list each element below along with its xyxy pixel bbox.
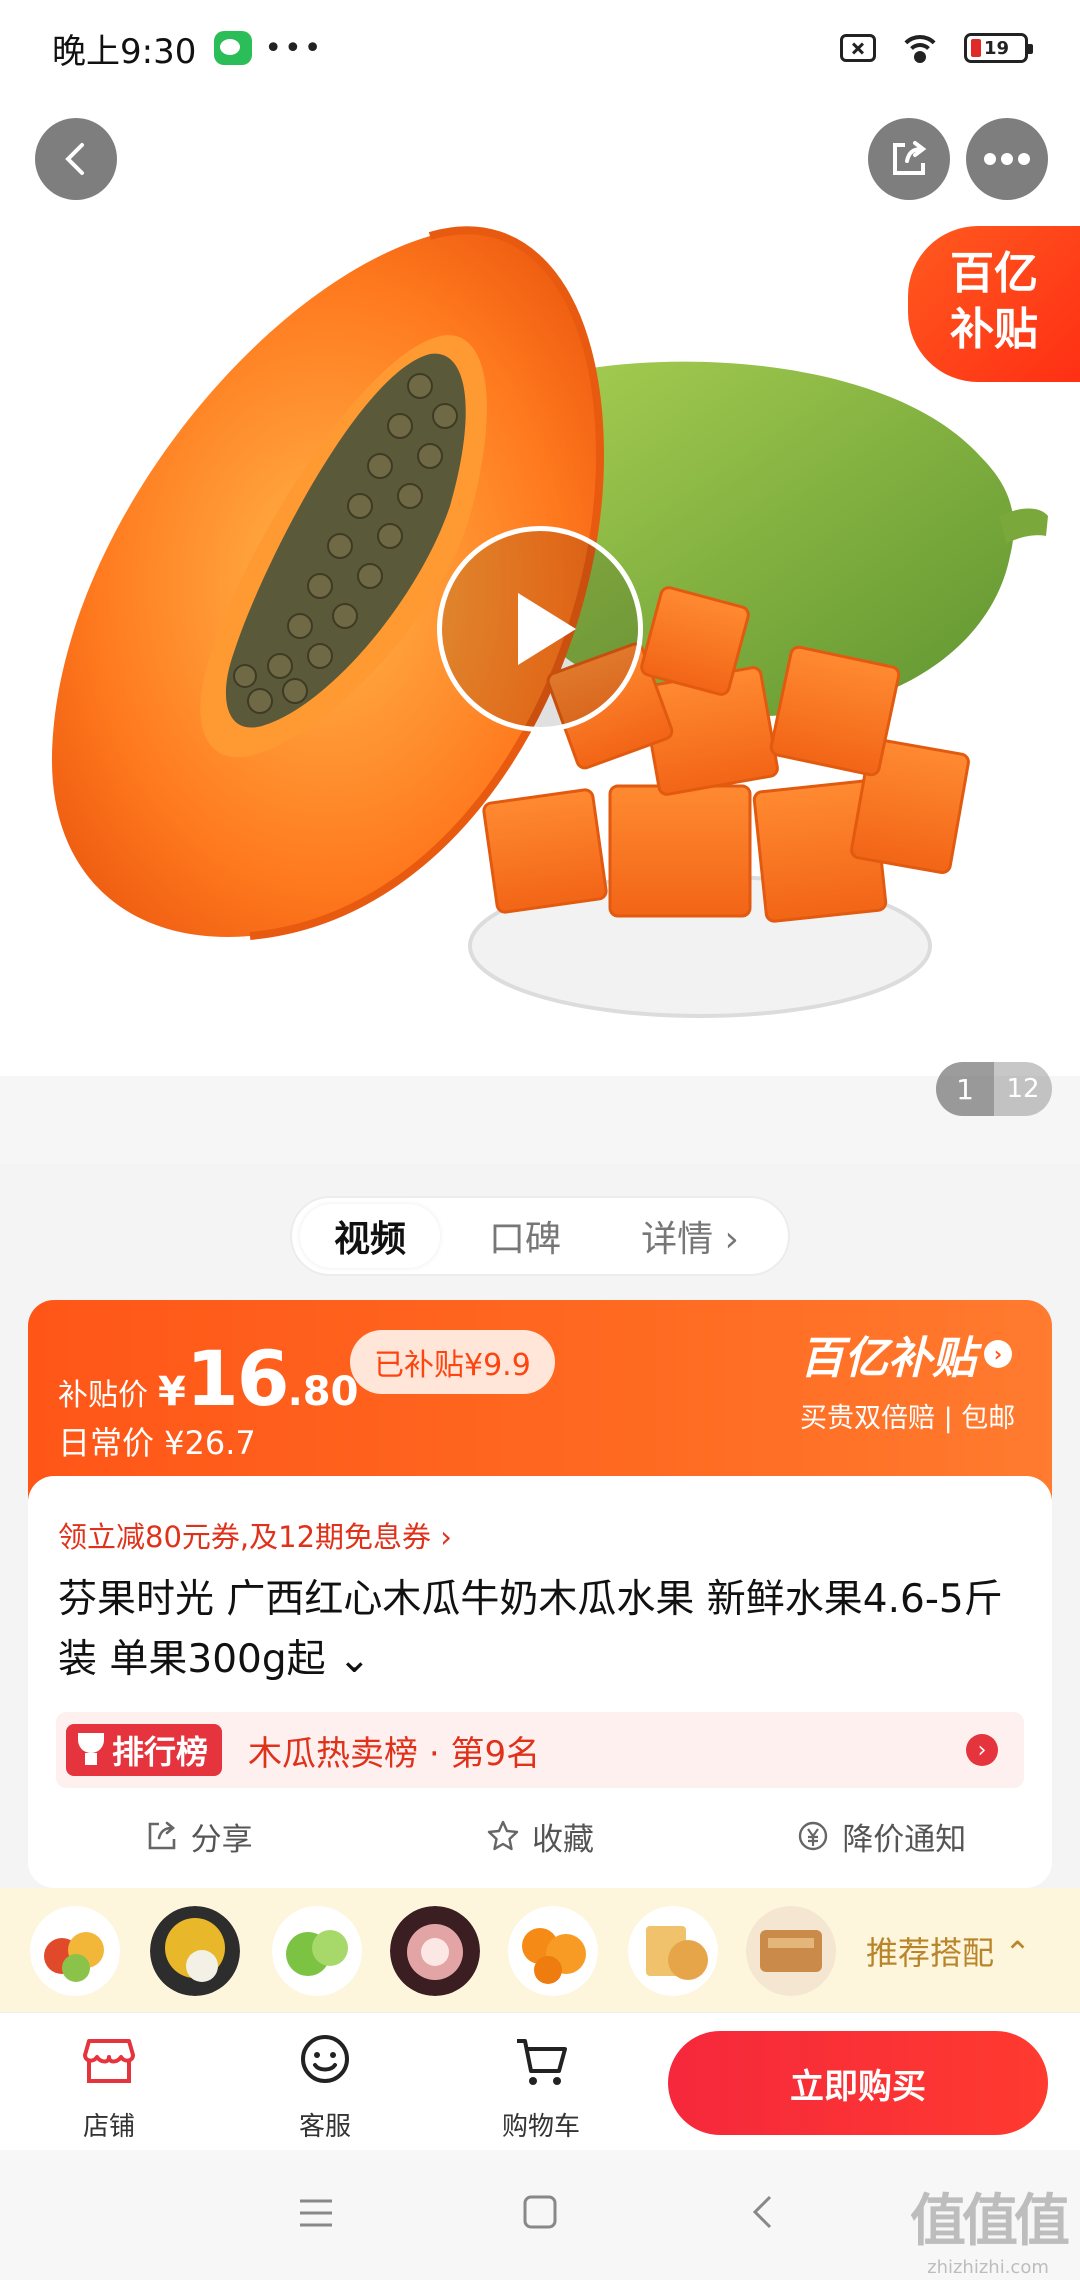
play-icon (518, 593, 576, 665)
subsidy-guarantees: 买贵双倍赔 | 包邮 (800, 1403, 1016, 1434)
status-icons: 19 (840, 31, 1033, 65)
battery-level (971, 39, 981, 57)
system-navigation-bar: 值值值 zhizhizhi.com (0, 2150, 1080, 2280)
wechat-icon (214, 31, 253, 65)
tab-reviews[interactable]: 口碑 (440, 1204, 610, 1268)
chevron-right-icon: › (966, 1734, 998, 1766)
media-tabs: 视频 口碑 详情 › (290, 1196, 790, 1276)
status-bar: 晚上9:30 ••• 19 (0, 0, 1080, 96)
customer-service-label: 客服 (298, 2112, 351, 2142)
regular-price: 日常价 ¥26.7 (58, 1424, 256, 1462)
chevron-right-icon: › (984, 1340, 1012, 1368)
badge-line-2: 补贴 (950, 304, 1038, 355)
tab-video[interactable]: 视频 (300, 1204, 440, 1268)
ranking-badge: 排行榜 (66, 1724, 223, 1776)
recommend-image (746, 1906, 836, 1996)
wifi-icon (898, 31, 942, 65)
no-sim-icon (840, 34, 876, 62)
recommend-thumb-oranges[interactable] (508, 1906, 598, 1996)
cart-label: 购物车 (501, 2112, 580, 2142)
billion-subsidy-badge: 百亿 补贴 (908, 226, 1080, 382)
store-icon (83, 2039, 135, 2083)
price-currency: ¥ (158, 1369, 186, 1415)
product-info-card: 领立减80元券,及12期免息券 › 芬果时光 广西红心木瓜牛奶木瓜水果 新鲜水果… (28, 1476, 1052, 1888)
recommend-thumb-limes[interactable] (272, 1906, 362, 1996)
badge-line-1: 百亿 (950, 248, 1038, 299)
favorite-action[interactable]: 收藏 (369, 1806, 710, 1866)
home-icon[interactable] (522, 2194, 558, 2230)
more-horizontal-icon (984, 153, 1030, 165)
subsidy-price: 补贴价 ¥ 16 .80 (58, 1334, 358, 1423)
price-alert-action[interactable]: 降价通知 (711, 1806, 1052, 1866)
menu-icon[interactable] (298, 2198, 334, 2228)
share-icon (893, 141, 927, 175)
recommend-thumb-apples[interactable] (30, 1906, 120, 1996)
battery-percent: 19 (984, 37, 1010, 59)
chevron-left-icon (65, 143, 84, 175)
page-current: 1 (936, 1062, 994, 1116)
page-total: 12 (1006, 1074, 1040, 1104)
store-label: 店铺 (82, 2112, 135, 2142)
billion-subsidy-logo: 百亿补贴 (800, 1333, 976, 1384)
product-title[interactable]: 芬果时光 广西红心木瓜牛奶木瓜水果 新鲜水果4.6-5斤装 单果300g起 ⌄ (58, 1570, 1018, 1690)
share-action[interactable]: 分享 (28, 1806, 369, 1866)
billion-subsidy-link[interactable]: 百亿补贴 › (800, 1322, 1012, 1386)
price-alert-label: 降价通知 (842, 1821, 967, 1858)
ranking-bar[interactable]: 排行榜 木瓜热卖榜 · 第9名 › (56, 1712, 1024, 1788)
bottom-action-bar: 店铺 客服 购物车 立即购买 (0, 2012, 1080, 2150)
cart-icon (517, 2039, 567, 2085)
recommend-thumb-peach[interactable] (390, 1906, 480, 1996)
subsidy-amount-badge: 已补贴¥9.9 (350, 1330, 555, 1394)
status-time: 晚上9:30 (52, 31, 197, 72)
more-button[interactable] (966, 118, 1048, 200)
price-decimal: .80 (287, 1369, 359, 1415)
yen-bell-icon (799, 1821, 828, 1851)
back-nav-icon[interactable] (750, 2194, 774, 2230)
price-banner: 补贴价 ¥ 16 .80 已补贴¥9.9 日常价 ¥26.7 百亿补贴 › 买贵… (28, 1300, 1052, 1500)
play-video-button[interactable] (437, 526, 643, 732)
recommend-image (628, 1906, 718, 1996)
recommended-combos: 推荐搭配 ⌃ (0, 1888, 1080, 2012)
recommend-thumb-snack[interactable] (746, 1906, 836, 1996)
recommend-combos-toggle[interactable]: 推荐搭配 ⌃ (866, 1928, 1031, 1974)
price-integer: 16 (185, 1334, 290, 1423)
recommend-thumb-pizza[interactable] (628, 1906, 718, 1996)
tab-details[interactable]: 详情 › (610, 1204, 770, 1268)
watermark-logo: 值值值 (910, 2189, 1070, 2254)
more-notifications-icon: ••• (264, 30, 324, 66)
action-row: 分享 收藏 降价通知 (28, 1806, 1052, 1866)
favorite-label: 收藏 (531, 1821, 594, 1858)
price-label: 补贴价 (58, 1378, 148, 1413)
coupon-link[interactable]: 领立减80元券,及12期免息券 › (58, 1514, 452, 1556)
ranking-text: 木瓜热卖榜 · 第9名 (248, 1733, 541, 1774)
store-button[interactable]: 店铺 (44, 2031, 174, 2143)
product-media[interactable]: 百亿 补贴 1 12 (0, 96, 1080, 1164)
recommend-image (150, 1906, 240, 1996)
watermark: 值值值 zhizhizhi.com (910, 2176, 1070, 2278)
recommend-image (508, 1906, 598, 1996)
share-label: 分享 (190, 1821, 253, 1858)
recommend-image (272, 1906, 362, 1996)
recommend-image (390, 1906, 480, 1996)
recommend-image (30, 1906, 120, 1996)
share-icon (148, 1821, 175, 1850)
ranking-badge-label: 排行榜 (112, 1733, 209, 1771)
star-icon (487, 1820, 519, 1851)
back-button[interactable] (35, 118, 117, 200)
trophy-icon (76, 1733, 106, 1767)
chat-icon (301, 2035, 349, 2083)
buy-now-button[interactable]: 立即购买 (668, 2031, 1048, 2135)
watermark-url: zhizhizhi.com (927, 2257, 1049, 2278)
share-button[interactable] (868, 118, 950, 200)
battery-icon: 19 (964, 33, 1033, 63)
customer-service-button[interactable]: 客服 (260, 2031, 390, 2143)
cart-button[interactable]: 购物车 (476, 2031, 606, 2143)
recommend-thumb-durian[interactable] (150, 1906, 240, 1996)
image-page-counter: 1 12 (936, 1062, 1052, 1116)
